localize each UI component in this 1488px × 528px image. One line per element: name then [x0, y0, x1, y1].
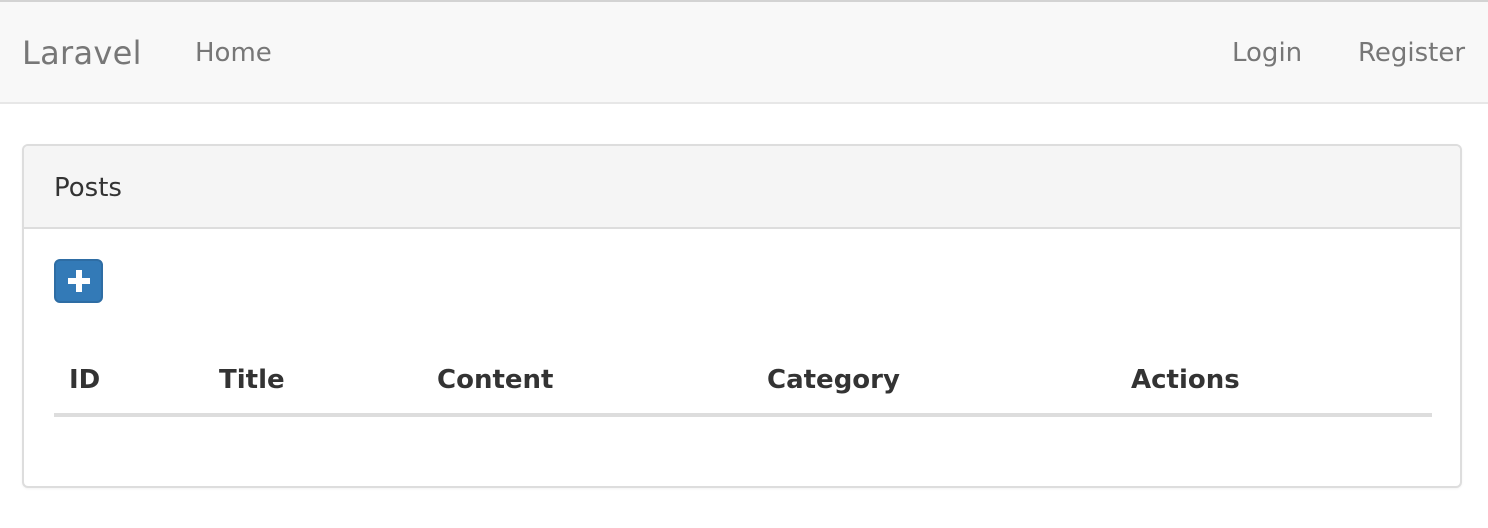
column-header-id: ID: [69, 365, 101, 395]
panel-heading: Posts: [24, 146, 1460, 229]
column-header-content: Content: [437, 365, 554, 395]
column-header-title: Title: [219, 365, 285, 395]
nav-link-register[interactable]: Register: [1358, 36, 1465, 70]
plus-icon: [67, 270, 90, 292]
nav-link-login[interactable]: Login: [1232, 36, 1302, 70]
column-header-actions: Actions: [1131, 365, 1240, 395]
posts-table-header: ID Title Content Category Actions: [54, 361, 1432, 417]
nav-link-home[interactable]: Home: [195, 36, 272, 70]
add-post-button[interactable]: [54, 259, 103, 303]
posts-panel: Posts ID Title Content Category Actions: [22, 144, 1462, 488]
column-header-category: Category: [767, 365, 900, 395]
brand-logo-link[interactable]: Laravel: [22, 33, 142, 73]
panel-title: Posts: [54, 173, 122, 203]
top-navbar: Laravel Home Login Register: [0, 0, 1488, 104]
